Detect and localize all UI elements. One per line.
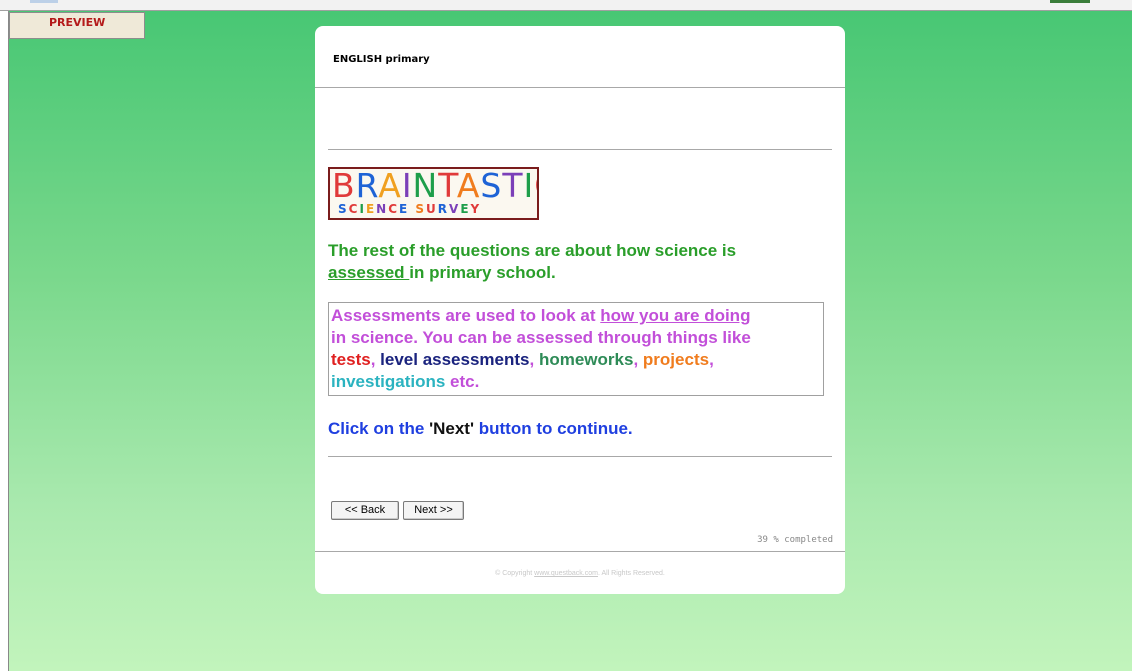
logo-letter: A xyxy=(456,167,481,205)
logo-letter: Y xyxy=(470,202,482,216)
footer-post: . All Rights Reserved. xyxy=(597,570,665,577)
header-divider xyxy=(315,87,845,88)
top-left-mark xyxy=(30,0,58,3)
braintastic-logo: BRAINTASTIC SCIENCE SURVEY xyxy=(328,167,539,220)
logo-letter: C xyxy=(348,202,360,216)
comma: , xyxy=(633,350,639,369)
progress-text: 39 % completed xyxy=(757,535,833,545)
copyright-footer: © Copyright www.questback.com. All Right… xyxy=(315,570,845,577)
logo-letter: N xyxy=(412,167,439,205)
assessment-line2: in science. You can be assessed through … xyxy=(331,328,751,347)
logo-letter: I xyxy=(401,167,413,205)
logo-letter: S xyxy=(415,202,427,216)
logo-line2: SCIENCE SURVEY xyxy=(338,202,481,216)
term-level-assessments: level assessments xyxy=(380,350,530,369)
section-divider-top xyxy=(328,149,832,150)
next-button[interactable]: Next >> xyxy=(403,501,464,520)
logo-letter: C xyxy=(534,169,537,205)
logo-letter: C xyxy=(388,202,399,216)
preview-tab[interactable]: PREVIEW xyxy=(9,12,145,39)
logo-letter: E xyxy=(460,202,471,216)
term-investigations: investigations xyxy=(331,372,446,391)
footer-pre: © Copyright xyxy=(495,570,535,577)
logo-letter: E xyxy=(365,202,377,216)
intro-part1: The rest of the questions are about how … xyxy=(328,241,737,260)
intro-text: The rest of the questions are about how … xyxy=(328,240,828,284)
term-etc: etc. xyxy=(450,372,480,391)
comma: , xyxy=(709,350,714,369)
logo-letter: I xyxy=(523,167,535,205)
comma: , xyxy=(370,350,376,369)
logo-letter: V xyxy=(449,202,461,216)
section-divider-bottom xyxy=(328,456,832,457)
term-tests: tests xyxy=(331,350,371,369)
logo-letter: E xyxy=(399,202,410,216)
instruction-pre: Click on the xyxy=(328,419,430,438)
assessment-info-box: Assessments are used to look at how you … xyxy=(328,302,824,396)
logo-letter: T xyxy=(438,167,457,205)
instruction-post: button to continue. xyxy=(474,419,633,438)
logo-letter: R xyxy=(355,167,379,205)
logo-letter: R xyxy=(437,202,450,216)
term-projects: projects xyxy=(642,350,710,369)
intro-underlined: assessed xyxy=(328,263,410,282)
browser-top-bar xyxy=(0,0,1132,11)
assessment-line1: Assessments are used to look at xyxy=(331,306,601,325)
assessment-underlined: how you are doing xyxy=(600,306,751,325)
intro-part2: in primary school. xyxy=(409,263,556,282)
logo-letter: T xyxy=(502,167,524,205)
logo-letter: S xyxy=(338,202,349,216)
questback-link[interactable]: www.questback.com xyxy=(534,570,598,577)
logo-line1: BRAINTASTIC xyxy=(332,167,537,205)
back-button[interactable]: << Back xyxy=(331,501,399,520)
logo-letter: N xyxy=(376,202,389,216)
footer-divider xyxy=(315,551,845,552)
term-homeworks: homeworks xyxy=(538,350,634,369)
instruction-text: Click on the 'Next' button to continue. xyxy=(328,419,633,439)
logo-letter: B xyxy=(332,167,356,205)
logo-letter: S xyxy=(480,167,503,205)
logo-letter: U xyxy=(426,202,438,216)
logo-letter: A xyxy=(378,167,402,205)
survey-title: ENGLISH primary xyxy=(333,54,430,65)
survey-card: ENGLISH primary BRAINTASTIC SCIENCE SURV… xyxy=(315,26,845,594)
instruction-keyword: 'Next' xyxy=(429,419,475,438)
top-right-mark xyxy=(1050,0,1090,3)
comma: , xyxy=(529,350,535,369)
